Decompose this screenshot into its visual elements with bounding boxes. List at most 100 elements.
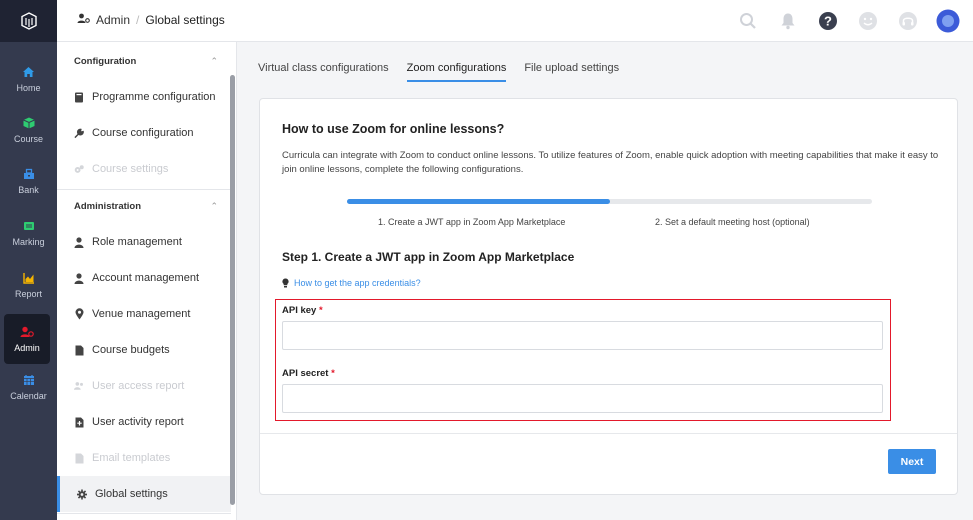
search-icon[interactable] [735, 8, 761, 34]
sidebar-item-course-budgets[interactable]: Course budgets [74, 332, 234, 368]
wrench-icon [74, 128, 84, 139]
sidebar-item-programme-configuration[interactable]: Programme configuration [74, 79, 234, 115]
step-progress-bar [347, 199, 872, 204]
rail-label: Course [13, 134, 43, 144]
smiley-icon[interactable] [855, 8, 881, 34]
chart-icon [22, 271, 36, 285]
help-link-text: How to get the app credentials? [294, 278, 421, 288]
tab-file-upload-settings[interactable]: File upload settings [524, 62, 619, 82]
rail-item-calendar[interactable]: Calendar [0, 362, 57, 412]
step-label-2: 2. Set a default meeting host (optional) [655, 217, 810, 227]
tab-virtual-class-configurations[interactable]: Virtual class configurations [258, 62, 389, 82]
user-icon [74, 236, 84, 248]
rail-item-report[interactable]: Report [0, 260, 57, 310]
sidebar-item-label: User activity report [92, 416, 184, 428]
sidebar-item-account-management[interactable]: Account management [74, 260, 234, 296]
sidebar-item-label: Global settings [95, 488, 168, 500]
card-divider [260, 433, 957, 434]
required-mark: * [318, 305, 323, 316]
step-title: Step 1. Create a JWT app in Zoom App Mar… [282, 250, 575, 264]
cube-icon [22, 116, 36, 130]
api-key-label: API key * [282, 305, 323, 316]
step-progress-fill [347, 199, 610, 204]
required-mark: * [331, 368, 335, 379]
section-title-administration: Administration [74, 201, 142, 212]
app-logo[interactable] [0, 0, 57, 42]
top-bar: Admin / Global settings ? [57, 0, 973, 42]
side-menu-scrollbar[interactable] [230, 75, 235, 505]
sidebar-item-course-configuration[interactable]: Course configuration [74, 115, 234, 151]
api-key-label-text: API key [282, 305, 317, 316]
sidebar-item-label: Programme configuration [92, 91, 216, 103]
email-icon [74, 453, 84, 464]
sidebar-item-course-settings: Course settings [74, 151, 234, 187]
step-label-1: 1. Create a JWT app in Zoom App Marketpl… [378, 217, 566, 227]
user-icon [74, 272, 84, 284]
chevron-up-icon[interactable]: ⌃ [210, 201, 218, 212]
sidebar-item-email-templates: Email templates [74, 440, 234, 476]
file-icon [74, 345, 84, 356]
svg-text:?: ? [824, 14, 832, 29]
rail-item-admin[interactable]: Admin [4, 314, 50, 364]
rail-label: Report [14, 289, 42, 299]
side-menu: Configuration ⌃ Programme configuration … [57, 42, 237, 520]
api-key-input[interactable] [282, 321, 883, 350]
home-icon [22, 65, 36, 79]
users-icon [74, 381, 84, 392]
card-description: Curricula can integrate with Zoom to con… [282, 150, 939, 175]
rail-item-bank[interactable]: Bank [0, 156, 57, 206]
breadcrumb: Admin / Global settings [77, 13, 225, 27]
sidebar-item-venue-management[interactable]: Venue management [74, 296, 234, 332]
help-link[interactable]: How to get the app credentials? [282, 278, 421, 288]
card-title: How to use Zoom for online lessons? [282, 122, 505, 136]
sidebar-item-label: Course settings [92, 163, 169, 175]
help-icon[interactable]: ? [815, 8, 841, 34]
breadcrumb-separator: / [136, 13, 140, 27]
api-secret-input[interactable] [282, 384, 883, 413]
rail-label: Bank [18, 185, 39, 195]
sidebar-item-role-management[interactable]: Role management [74, 224, 234, 260]
section-title-configuration: Configuration [74, 56, 137, 67]
section-divider [57, 189, 231, 190]
api-secret-label: API secret * [282, 368, 335, 379]
sidebar-item-global-settings[interactable]: Global settings [57, 476, 231, 512]
rail-label: Calendar [10, 391, 47, 401]
pin-icon [74, 308, 84, 320]
left-rail: Home Course Bank Marking Report Admin Ca… [0, 0, 57, 520]
api-secret-label-text: API secret [282, 368, 329, 379]
rail-label: Home [16, 83, 41, 93]
book-icon [74, 92, 84, 103]
gears-icon [74, 164, 84, 175]
lightbulb-icon [282, 278, 289, 288]
rail-item-home[interactable]: Home [0, 54, 57, 104]
sidebar-item-user-activity-report[interactable]: User activity report [74, 404, 234, 440]
tab-zoom-configurations[interactable]: Zoom configurations [406, 62, 507, 82]
sidebar-item-label: User access report [92, 380, 185, 392]
marking-icon [22, 219, 36, 233]
breadcrumb-root[interactable]: Admin [96, 13, 130, 27]
rail-label: Admin [14, 343, 40, 353]
bank-icon [22, 167, 36, 181]
rail-label: Marking [12, 237, 45, 247]
admin-icon [20, 325, 34, 339]
sidebar-item-label: Account management [92, 272, 200, 284]
file-plus-icon [74, 417, 84, 428]
bell-icon[interactable] [775, 8, 801, 34]
section-divider [57, 513, 231, 514]
admin-crumb-icon [77, 13, 90, 27]
tab-bar: Virtual class configurations Zoom config… [258, 62, 619, 82]
sidebar-item-label: Role management [92, 236, 182, 248]
sidebar-item-label: Email templates [92, 452, 171, 464]
gear-icon [77, 489, 87, 500]
sidebar-item-label: Course configuration [92, 127, 194, 139]
rail-item-course[interactable]: Course [0, 105, 57, 155]
sidebar-item-label: Venue management [92, 308, 191, 320]
avatar[interactable] [935, 8, 961, 34]
headphones-icon[interactable] [895, 8, 921, 34]
rail-item-marking[interactable]: Marking [0, 208, 57, 258]
next-button[interactable]: Next [888, 449, 936, 474]
logo-icon [20, 12, 37, 30]
sidebar-item-label: Course budgets [92, 344, 170, 356]
chevron-up-icon[interactable]: ⌃ [210, 56, 218, 67]
top-icons: ? [735, 8, 961, 34]
